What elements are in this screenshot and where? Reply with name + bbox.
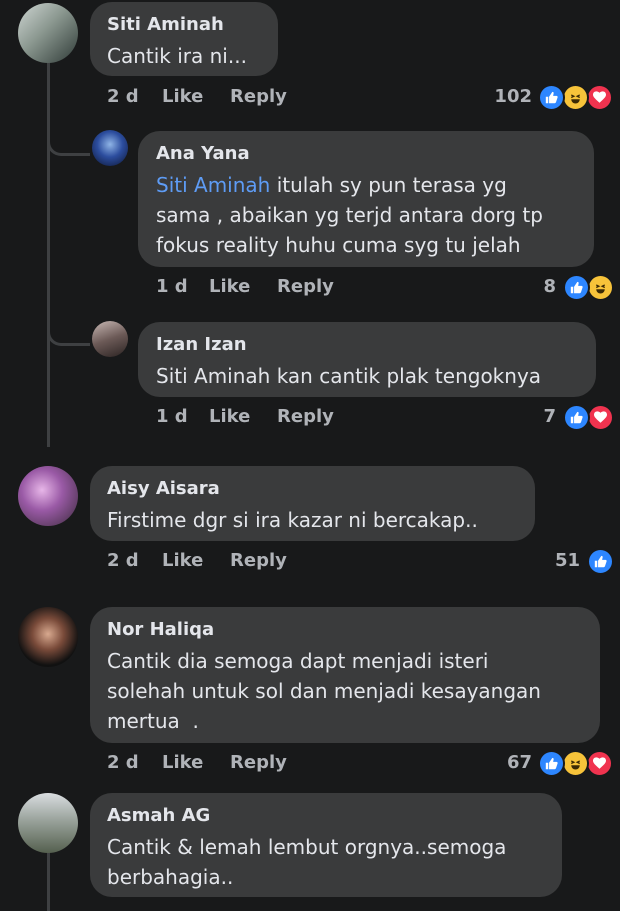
comment-text: Cantik ira ni...	[107, 44, 247, 68]
haha-icon	[587, 274, 614, 301]
like-icon	[563, 404, 590, 431]
comment-age: 2 d	[107, 550, 139, 571]
comment-text: Cantik & lemah lembut orgnya..semoga	[107, 835, 507, 859]
reaction-count[interactable]: 8	[516, 276, 556, 297]
avatar[interactable]	[18, 466, 78, 526]
comment-text: Siti Aminah itulah sy pun terasa yg	[156, 170, 507, 200]
comment-text: Cantik dia semoga dapt menjadi isteri	[107, 649, 489, 673]
comment-text-line: itulah sy pun terasa yg	[270, 173, 507, 197]
like-button[interactable]: Like	[162, 86, 203, 107]
reply-button[interactable]: Reply	[277, 276, 334, 297]
thread-branch	[47, 300, 90, 346]
comment-age: 2 d	[107, 86, 139, 107]
thread-branch	[47, 115, 90, 156]
avatar[interactable]	[92, 130, 128, 166]
reply-button[interactable]: Reply	[277, 406, 334, 427]
comment-text: sama , abaikan yg terjd antara dorg tp	[156, 203, 543, 227]
like-icon	[563, 274, 590, 301]
like-icon	[538, 84, 565, 111]
reply-button[interactable]: Reply	[230, 86, 287, 107]
like-button[interactable]: Like	[209, 406, 250, 427]
love-icon	[586, 84, 613, 111]
reaction-count[interactable]: 7	[516, 406, 556, 427]
comment-author[interactable]: Izan Izan	[156, 334, 247, 355]
comment-text: solehah untuk sol dan menjadi kesayangan	[107, 679, 541, 703]
avatar[interactable]	[18, 3, 78, 63]
comment-age: 2 d	[107, 752, 139, 773]
comment-text: Firstime dgr si ira kazar ni bercakap..	[107, 508, 478, 532]
like-icon	[538, 750, 565, 777]
like-button[interactable]: Like	[162, 550, 203, 571]
love-icon	[587, 404, 614, 431]
like-button[interactable]: Like	[162, 752, 203, 773]
comment-text: berbahagia..	[107, 865, 234, 889]
reaction-count[interactable]: 51	[540, 550, 580, 571]
comment-text: fokus reality huhu cuma syg tu jelah	[156, 233, 521, 257]
comment-text: mertua .	[107, 709, 199, 733]
haha-icon	[562, 750, 589, 777]
avatar[interactable]	[92, 321, 128, 357]
like-button[interactable]: Like	[209, 276, 250, 297]
comment-age: 1 d	[156, 276, 188, 297]
avatar[interactable]	[18, 607, 78, 667]
reaction-count[interactable]: 67	[492, 752, 532, 773]
mention-link[interactable]: Siti Aminah	[156, 173, 270, 197]
comment-author[interactable]: Nor Haliqa	[107, 619, 214, 640]
reaction-count[interactable]: 102	[492, 86, 532, 107]
comment-author[interactable]: Asmah AG	[107, 805, 210, 826]
reply-button[interactable]: Reply	[230, 550, 287, 571]
comment-author[interactable]: Aisy Aisara	[107, 478, 220, 499]
comment-author[interactable]: Ana Yana	[156, 143, 250, 164]
haha-icon	[562, 84, 589, 111]
like-icon	[587, 548, 614, 575]
comment-author[interactable]: Siti Aminah	[107, 14, 224, 35]
love-icon	[586, 750, 613, 777]
avatar[interactable]	[18, 793, 78, 853]
comment-text: Siti Aminah kan cantik plak tengoknya	[156, 364, 542, 388]
comment-age: 1 d	[156, 406, 188, 427]
reply-button[interactable]: Reply	[230, 752, 287, 773]
